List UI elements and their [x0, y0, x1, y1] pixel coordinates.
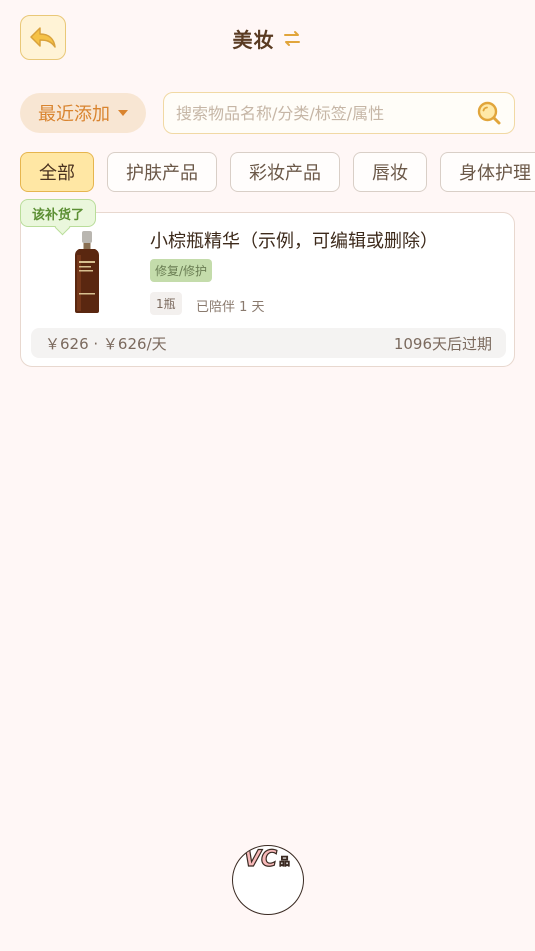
svg-text:品: 品 [279, 855, 290, 868]
sort-label: 最近添加 [38, 104, 110, 125]
search-icon[interactable] [476, 100, 502, 126]
item-card[interactable]: 该补货了 小棕瓶精华（示例，可编辑或删除） 修复/修护 1瓶 已陪伴 1 天 ￥… [20, 199, 515, 367]
item-tag: 修复/修护 [150, 259, 213, 282]
tab-lip[interactable]: 唇妆 [353, 152, 427, 192]
sort-dropdown[interactable]: 最近添加 [20, 93, 146, 133]
category-tabs: 全部 护肤产品 彩妆产品 唇妆 身体护理 [20, 152, 535, 192]
search-box [163, 92, 515, 134]
item-footer: ￥626 · ￥626/天 1096天后过期 [31, 328, 506, 358]
tab-bodycare[interactable]: 身体护理 [440, 152, 535, 192]
svg-text:VC: VC [244, 847, 277, 872]
quantity-badge: 1瓶 [150, 292, 182, 315]
days-owned: 已陪伴 1 天 [196, 300, 265, 315]
product-image [75, 231, 99, 313]
floating-add-button[interactable]: VC 品 [232, 845, 304, 915]
item-name: 小棕瓶精华（示例，可编辑或删除） [150, 231, 438, 252]
tab-makeup[interactable]: 彩妆产品 [230, 152, 340, 192]
tab-skincare[interactable]: 护肤产品 [107, 152, 217, 192]
expiry-info: 1096天后过期 [393, 334, 492, 353]
restock-badge: 该补货了 [20, 199, 97, 227]
price-info: ￥626 · ￥626/天 [45, 334, 167, 353]
tab-all[interactable]: 全部 [20, 152, 94, 192]
search-input[interactable] [176, 103, 476, 123]
header: 美妆 [0, 24, 535, 53]
vc-logo: VC 品 [243, 846, 290, 872]
swap-arrows-icon[interactable] [281, 28, 303, 50]
page-title: 美妆 [232, 28, 275, 52]
caret-down-icon [118, 110, 128, 116]
